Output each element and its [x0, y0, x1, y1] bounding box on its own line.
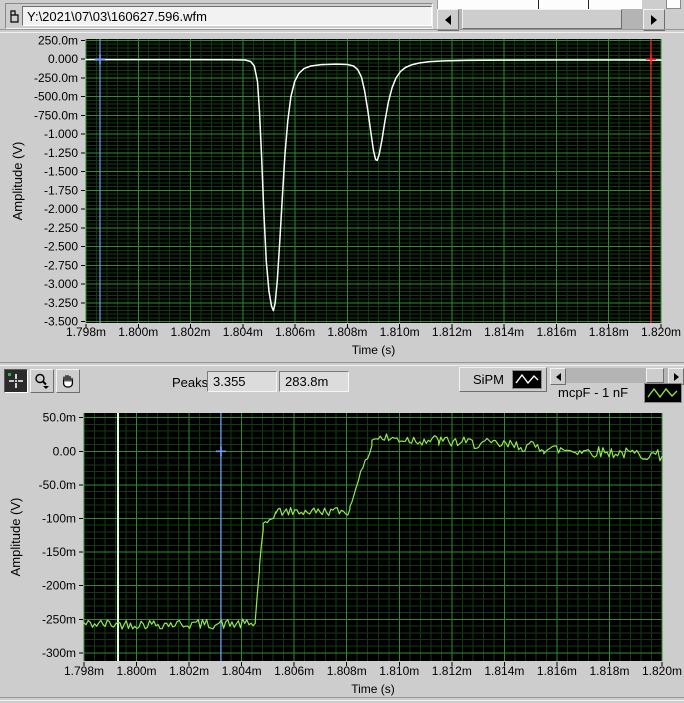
x-tick-label: 1.814m	[484, 664, 524, 678]
peak-value-2-field[interactable]: 283.8m	[279, 371, 349, 392]
peak-value-2: 283.8m	[285, 374, 329, 389]
y-tick-label: -2.750	[44, 258, 78, 272]
x-tick-label: 1.814m	[484, 325, 524, 339]
x-tick-label: 1.804m	[222, 664, 262, 678]
top-scrollbar-track[interactable]	[459, 9, 643, 29]
x-tick-label: 1.806m	[275, 325, 315, 339]
legend-sipm-label: SiPM	[472, 372, 504, 387]
file-path-field[interactable]: Y:\2021\07\03\160627.596.wfm	[22, 6, 432, 26]
y-tick-label: -1.000	[44, 127, 78, 141]
legend-scrollbar[interactable]	[550, 368, 684, 385]
file-path-control[interactable]: Y:\2021\07\03\160627.596.wfm	[5, 3, 433, 29]
x-tick-label: 1.810m	[380, 325, 420, 339]
x-tick-label: 1.812m	[432, 664, 472, 678]
x-tick-label: 1.800m	[118, 325, 158, 339]
x-tick-label: 1.810m	[379, 664, 419, 678]
hand-icon	[62, 374, 74, 388]
x-tick-label: 1.818m	[589, 664, 629, 678]
y-tick-label: 250.0m	[38, 33, 78, 47]
y-tick-label: -250.0m	[34, 71, 78, 85]
y-tick-label: -2.500	[44, 240, 78, 254]
scrollbar-left-arrow-icon[interactable]	[437, 9, 459, 31]
legend-mcp-label[interactable]: mcpF - 1 nF	[558, 385, 628, 400]
y-tick-label: -1.250	[44, 146, 78, 160]
y-tick-label: -2.000	[44, 202, 78, 216]
file-path-value: Y:\2021\07\03\160627.596.wfm	[27, 8, 207, 24]
pan-tool-button[interactable]	[56, 369, 80, 393]
y-tick-label: -50.0m	[39, 478, 76, 492]
y-tick-label: -3.250	[44, 296, 78, 310]
y-tick-label: -500.0m	[34, 90, 78, 104]
y-tick-label: -200m	[42, 579, 76, 593]
peak-value-1-field[interactable]: 3.355	[207, 371, 277, 392]
x-axis-title: Time (s)	[351, 682, 395, 696]
y-tick-label: 0.000	[48, 52, 78, 66]
graph-palette	[4, 369, 80, 393]
x-tick-label: 1.802m	[169, 664, 209, 678]
crosshair-icon	[8, 373, 23, 388]
sipm-plot-icon	[512, 370, 542, 389]
y-tick-label: -250m	[42, 612, 76, 626]
x-tick-label: 1.806m	[274, 664, 314, 678]
x-tick-label: 1.804m	[223, 325, 263, 339]
x-tick-label: 1.816m	[537, 664, 577, 678]
x-tick-label: 1.808m	[327, 325, 367, 339]
y-tick-label: -100m	[42, 512, 76, 526]
x-tick-label: 1.812m	[432, 325, 472, 339]
x-tick-label: 1.820m	[642, 664, 682, 678]
y-tick-label: 0.00	[53, 444, 77, 458]
x-tick-label: 1.808m	[327, 664, 367, 678]
top-scrollbar-thumb[interactable]	[462, 9, 622, 29]
x-tick-label: 1.800m	[117, 664, 157, 678]
y-tick-label: -2.250	[44, 221, 78, 235]
y-tick-label: -300m	[42, 646, 76, 660]
legend-sipm[interactable]: SiPM	[459, 367, 547, 392]
x-tick-label: 1.798m	[64, 664, 104, 678]
top-scrollbar[interactable]	[437, 9, 665, 31]
magnifier-icon	[35, 373, 49, 389]
y-tick-label: -1.500	[44, 165, 78, 179]
top-waveform-graph[interactable]: 1.798m 1.800m 1.802m 1.804m 1.806m 1.808m 1.81…	[0, 31, 684, 361]
hidden-control-strip	[437, 0, 642, 9]
legend-scrollbar-left-arrow-icon[interactable]	[550, 368, 566, 385]
y-tick-label: -750.0m	[34, 108, 78, 122]
x-tick-label: 1.816m	[536, 325, 576, 339]
scrollbar-right-arrow-icon[interactable]	[643, 9, 665, 31]
y-tick-label: -3.000	[44, 277, 78, 291]
x-tick-label: 1.802m	[171, 325, 211, 339]
separator	[0, 362, 684, 366]
cursor-tool-button[interactable]	[4, 369, 28, 393]
y-tick-label: -1.750	[44, 183, 78, 197]
x-axis-title: Time (s)	[352, 343, 396, 357]
mcp-plot-icon[interactable]	[644, 383, 682, 403]
peak-value-1: 3.355	[213, 374, 246, 389]
y-tick-label: -3.500	[44, 315, 78, 329]
legend-scrollbar-track[interactable]	[566, 368, 668, 383]
corner-box	[666, 0, 681, 9]
legend-scrollbar-thumb[interactable]	[646, 368, 664, 383]
bottom-waveform-graph[interactable]: 1.798m 1.800m 1.802m 1.804m 1.806m 1.808m 1.81…	[0, 405, 684, 703]
peaks-label: Peaks	[172, 375, 209, 390]
y-axis-title: Amplitude (V)	[10, 142, 25, 221]
zoom-tool-button[interactable]	[30, 369, 54, 393]
x-tick-label: 1.820m	[641, 325, 681, 339]
x-tick-label: 1.818m	[589, 325, 629, 339]
y-axis-title: Amplitude (V)	[8, 498, 23, 577]
path-type-icon	[6, 5, 22, 27]
y-tick-label: -150m	[42, 545, 76, 559]
y-tick-label: 50.0m	[43, 411, 76, 425]
separator	[0, 697, 684, 701]
